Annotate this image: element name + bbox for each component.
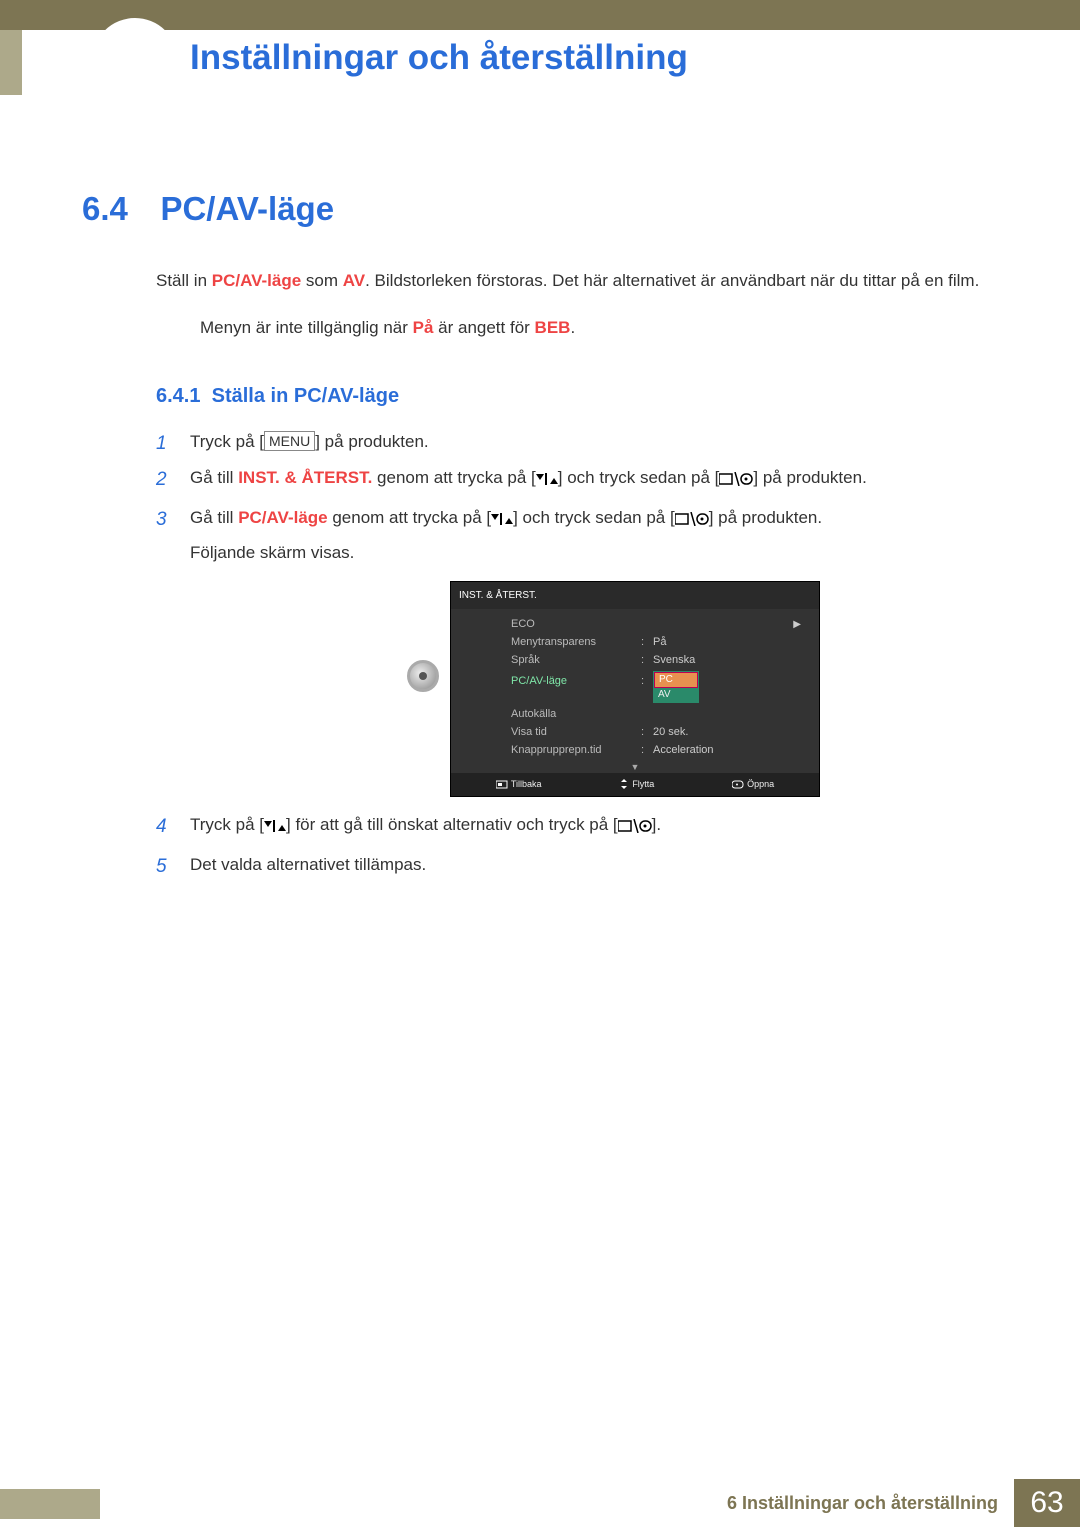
osd-screenshot: INST. & ÅTERST. ECO ▶ Menytransparens : …: [450, 581, 820, 797]
osd-knapp-value: Acceleration: [653, 740, 714, 761]
osd-row-autokalla: Autokälla: [451, 705, 819, 723]
osd-pcav-opt-pc: PC: [654, 672, 698, 688]
intro-mid: som: [301, 271, 343, 290]
rect-enter-icon: [719, 465, 753, 497]
step-5: 5 Det valda alternativet tillämpas.: [156, 849, 998, 881]
osd-title: INST. & ÅTERST.: [451, 582, 819, 609]
osd-gear-icon: [407, 660, 439, 692]
osd-row-visatid: Visa tid : 20 sek.: [451, 723, 819, 741]
page-footer: 6 Inställningar och återställning 63: [0, 1479, 1080, 1527]
osd-open: Öppna: [732, 776, 774, 793]
osd-sprak-value: Svenska: [653, 650, 695, 671]
osd-pcav-label: PC/AV-läge: [511, 671, 641, 692]
intro-av: AV: [343, 271, 365, 290]
down-up-icon: [491, 505, 513, 537]
s4-pre: Tryck på [: [190, 815, 264, 834]
s1-post: ] på produkten.: [315, 432, 428, 451]
s3-mid: genom att trycka på [: [328, 508, 491, 527]
section-heading: 6.4 PC/AV-läge: [82, 190, 998, 228]
chapter-icon: [92, 18, 178, 104]
osd-pcav-options: PC AV: [653, 671, 699, 703]
osd-move: Flytta: [619, 776, 654, 793]
s3-mid2: ] och tryck sedan på [: [513, 508, 675, 527]
s1-pre: Tryck på [: [190, 432, 264, 451]
note-beb: BEB: [535, 318, 571, 337]
s2-target: INST. & ÅTERST.: [238, 468, 372, 487]
step-num-3: 3: [156, 502, 167, 538]
step-num-4: 4: [156, 809, 167, 845]
s3-target: PC/AV-läge: [238, 508, 327, 527]
osd-back: Tillbaka: [496, 776, 542, 793]
subsection-heading: 6.4.1 Ställa in PC/AV-läge: [156, 385, 998, 408]
footer-chapter-label: 6 Inställningar och återställning: [727, 1479, 1014, 1527]
osd-row-menytransparens: Menytransparens : På: [451, 633, 819, 651]
step-1: 1 Tryck på [MENU] på produkten.: [156, 426, 998, 458]
s3-post: ] på produkten.: [709, 508, 822, 527]
steps-list: 1 Tryck på [MENU] på produkten. 2 Gå til…: [156, 426, 998, 881]
step-num-1: 1: [156, 426, 167, 462]
s2-post: ] på produkten.: [753, 468, 866, 487]
osd-row-eco: ECO ▶: [451, 615, 819, 633]
subsection-number: 6.4.1: [156, 385, 200, 407]
intro-pre: Ställ in: [156, 271, 212, 290]
note-row: Menyn är inte tillgänglig när På är ange…: [156, 314, 998, 341]
left-stub: [0, 30, 22, 95]
note-on: På: [413, 318, 434, 337]
step-num-5: 5: [156, 849, 167, 885]
intro-mode: PC/AV-läge: [212, 271, 301, 290]
step-4: 4 Tryck på [ ] för att gå till önskat alt…: [156, 809, 998, 844]
note-mid: är angett för: [433, 318, 534, 337]
s5-text: Det valda alternativet tillämpas.: [190, 855, 426, 874]
menu-button-label: MENU: [264, 431, 315, 451]
footer-page-number: 63: [1014, 1479, 1080, 1527]
s4-mid: ] för att gå till önskat alternativ och …: [286, 815, 618, 834]
down-up-icon: [536, 465, 558, 497]
osd-pcav-opt-av: AV: [654, 688, 698, 702]
osd-knapp-label: Knapprupprepn.tid: [511, 740, 641, 761]
osd-sprak-label: Språk: [511, 650, 641, 671]
section-title: PC/AV-läge: [160, 190, 334, 228]
osd-row-pcav: PC/AV-läge : PC AV: [451, 669, 819, 705]
section-number: 6.4: [82, 190, 156, 228]
intro-paragraph: Ställ in PC/AV-läge som AV. Bildstorleke…: [156, 266, 998, 296]
s3-sub: Följande skärm visas.: [190, 537, 998, 569]
osd-row-knapp: Knapprupprepn.tid : Acceleration: [451, 741, 819, 759]
footer-left-stub: [0, 1489, 100, 1519]
rect-enter-icon: [618, 812, 652, 844]
chapter-title: Inställningar och återställning: [190, 38, 688, 78]
step-2: 2 Gå till INST. & ÅTERST. genom att tryc…: [156, 462, 998, 497]
note-pre: Menyn är inte tillgänglig när: [200, 318, 413, 337]
note-post: .: [570, 318, 575, 337]
s2-mid: genom att trycka på [: [372, 468, 535, 487]
page-content: 6.4 PC/AV-läge Ställ in PC/AV-läge som A…: [82, 190, 998, 885]
s3-pre: Gå till: [190, 508, 238, 527]
top-bar: [0, 0, 1080, 30]
rect-enter-icon: [675, 505, 709, 537]
osd-body: ECO ▶ Menytransparens : På Språk : Svens…: [451, 609, 819, 773]
osd-row-sprak: Språk : Svenska: [451, 651, 819, 669]
chevron-right-icon: ▶: [793, 615, 801, 634]
osd-footer: Tillbaka Flytta Öppna: [451, 773, 819, 796]
chevron-down-icon: ▼: [451, 759, 819, 769]
s4-post: ].: [652, 815, 661, 834]
subsection-title: Ställa in PC/AV-läge: [212, 385, 399, 407]
down-up-icon: [264, 812, 286, 844]
step-num-2: 2: [156, 462, 167, 498]
intro-post: . Bildstorleken förstoras. Det här alter…: [365, 271, 979, 290]
s2-pre: Gå till: [190, 468, 238, 487]
s2-mid2: ] och tryck sedan på [: [558, 468, 720, 487]
step-3: 3 Gå till PC/AV-läge genom att trycka på…: [156, 502, 998, 798]
